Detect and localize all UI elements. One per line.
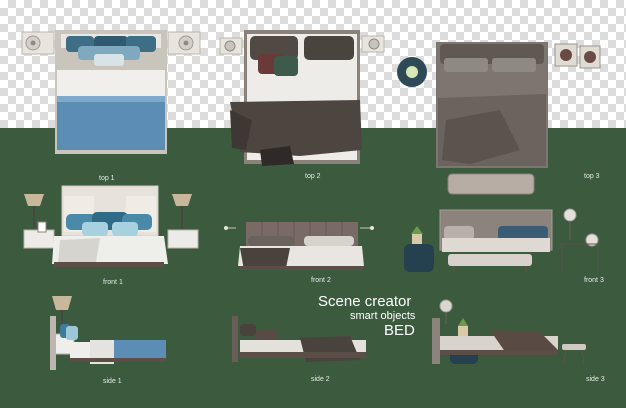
- title-bed: BED: [384, 322, 415, 339]
- title-smart-objects: smart objects: [350, 310, 416, 322]
- bed-side-3: [432, 299, 586, 365]
- title-scene-creator: Scene creator: [318, 293, 412, 310]
- scene-canvas: top 1 top 2 top 3 front 1 front 2 front …: [0, 0, 626, 408]
- label-side-3: side 3: [586, 376, 605, 383]
